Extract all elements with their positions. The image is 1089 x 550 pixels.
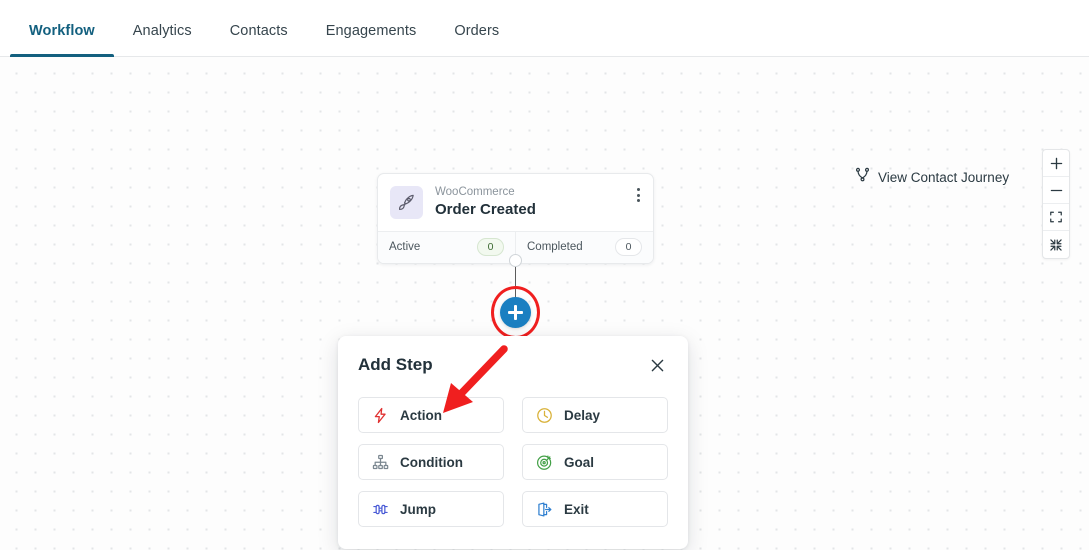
hierarchy-icon — [371, 454, 389, 471]
clock-icon — [535, 407, 553, 424]
workflow-trigger-node[interactable]: WooCommerce Order Created Active 0 Compl… — [377, 173, 654, 264]
canvas-zoom-controls — [1042, 149, 1070, 259]
add-step-panel: Add Step Action Delay Condition Goal Jum… — [338, 336, 688, 549]
add-step-title: Add Step — [358, 355, 433, 374]
add-step-option-jump-label: Jump — [400, 501, 437, 517]
stat-active-label: Active — [389, 241, 421, 253]
exit-door-icon — [535, 501, 553, 518]
tab-engagements[interactable]: Engagements — [307, 23, 436, 56]
trigger-node-text: WooCommerce Order Created — [435, 185, 641, 219]
main-tab-bar: Workflow Analytics Contacts Engagements … — [0, 0, 1089, 57]
kebab-menu-icon[interactable] — [635, 186, 642, 204]
stat-active: Active 0 — [378, 232, 515, 263]
add-step-option-action[interactable]: Action — [358, 397, 504, 433]
lightning-bolt-icon — [371, 407, 389, 424]
branch-icon — [855, 167, 870, 187]
collapse-view-button[interactable] — [1043, 231, 1069, 258]
add-step-options-grid: Action Delay Condition Goal Jump Exit — [358, 397, 668, 527]
node-connector-handle[interactable] — [509, 254, 522, 267]
view-contact-journey-button[interactable]: View Contact Journey — [855, 167, 1009, 187]
target-icon — [535, 454, 553, 471]
jump-icon — [371, 501, 389, 518]
tab-analytics[interactable]: Analytics — [114, 23, 211, 56]
fit-view-button[interactable] — [1043, 204, 1069, 231]
rocket-icon — [390, 185, 423, 219]
zoom-in-button[interactable] — [1043, 150, 1069, 177]
stat-completed-value: 0 — [615, 238, 642, 256]
add-step-option-goal[interactable]: Goal — [522, 444, 668, 480]
trigger-node-body: WooCommerce Order Created — [378, 174, 653, 231]
add-step-plus-button[interactable] — [500, 297, 531, 328]
stat-completed: Completed 0 — [515, 232, 653, 263]
add-step-option-exit[interactable]: Exit — [522, 491, 668, 527]
add-step-option-exit-label: Exit — [564, 501, 589, 517]
stat-active-value: 0 — [477, 238, 504, 256]
trigger-source-label: WooCommerce — [435, 186, 515, 198]
add-step-option-delay[interactable]: Delay — [522, 397, 668, 433]
tab-orders[interactable]: Orders — [435, 23, 518, 56]
add-step-option-delay-label: Delay — [564, 407, 601, 423]
add-step-option-condition-label: Condition — [400, 454, 463, 470]
add-step-option-action-label: Action — [400, 407, 442, 423]
view-contact-journey-label: View Contact Journey — [878, 169, 1010, 185]
add-step-panel-header: Add Step — [358, 354, 668, 376]
add-step-option-condition[interactable]: Condition — [358, 444, 504, 480]
workflow-canvas[interactable]: View Contact Journey WooCommerce Order C… — [0, 57, 1089, 550]
trigger-title: Order Created — [435, 201, 536, 218]
close-icon[interactable] — [647, 355, 668, 376]
stat-completed-label: Completed — [527, 241, 583, 253]
zoom-out-button[interactable] — [1043, 177, 1069, 204]
tab-workflow[interactable]: Workflow — [10, 23, 114, 57]
add-step-option-jump[interactable]: Jump — [358, 491, 504, 527]
tab-contacts[interactable]: Contacts — [211, 23, 307, 56]
add-step-option-goal-label: Goal — [564, 454, 595, 470]
